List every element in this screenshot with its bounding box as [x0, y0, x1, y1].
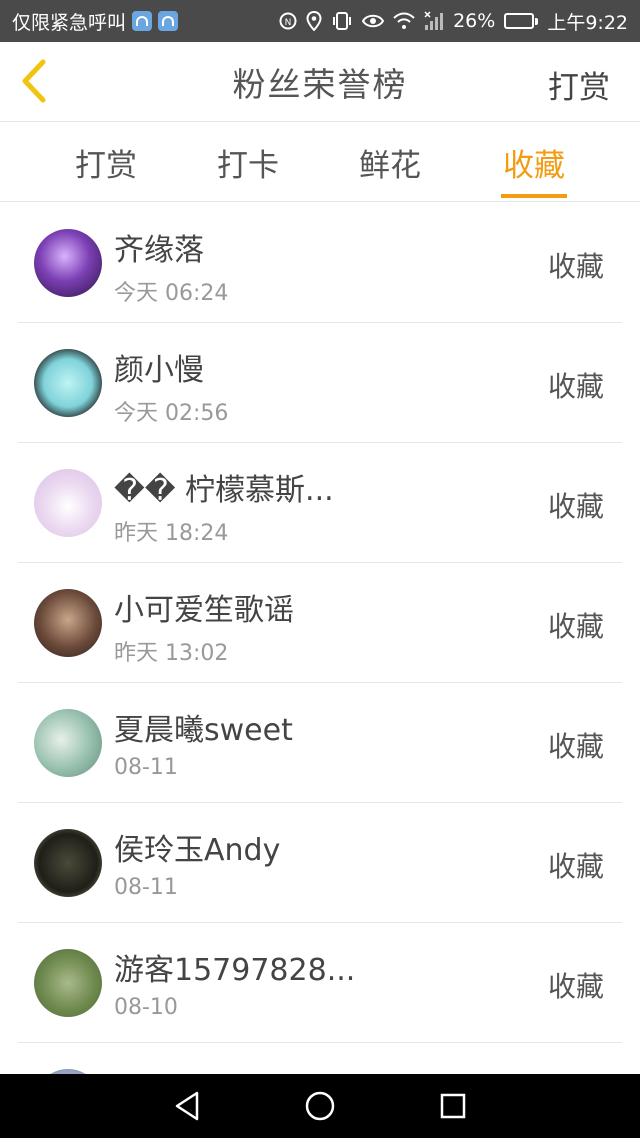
list-item[interactable]: 游客15797828... 08-10 收藏 [18, 923, 622, 1043]
avatar [34, 829, 102, 897]
favorite-label: 收藏 [547, 250, 604, 283]
notification-app-icon [158, 11, 179, 31]
signal-icon [424, 11, 444, 31]
avatar [34, 349, 102, 417]
nav-home-button[interactable] [300, 1086, 340, 1126]
notification-app-icon [132, 11, 153, 31]
tab-reward[interactable]: 打赏 [61, 140, 151, 185]
user-name: �� 柠檬慕斯... [114, 473, 334, 508]
svg-text:N: N [285, 18, 292, 28]
nfc-icon: N [279, 12, 297, 30]
status-bar: 仅限紧急呼叫 N 26% 上午9:22 [0, 0, 640, 42]
status-left: 仅限紧急呼叫 [12, 8, 279, 35]
favorite-label: 收藏 [547, 610, 604, 643]
timestamp: 08-11 [114, 755, 178, 780]
carrier-text: 仅限紧急呼叫 [12, 11, 127, 34]
active-tab-indicator [501, 194, 567, 198]
timestamp: 08-10 [114, 995, 178, 1020]
favorite-label: 收藏 [547, 370, 604, 403]
timestamp: 今天 02:56 [114, 401, 229, 426]
list-item[interactable]: 夏晨曦sweet 08-11 收藏 [18, 683, 622, 803]
fan-list: 齐缘落 今天 06:24 收藏 颜小慢 今天 02:56 收藏 �� 柠檬慕斯.… [0, 203, 640, 1075]
status-right: N 26% 上午9:22 [279, 8, 628, 35]
tab-checkin[interactable]: 打卡 [203, 140, 293, 185]
user-name: 齐缘落 [114, 233, 204, 268]
favorite-label: 收藏 [547, 490, 604, 523]
user-name: 游客15797828... [114, 953, 356, 988]
app-header: 粉丝荣誉榜 打赏 [0, 42, 640, 122]
vibrate-icon [331, 12, 353, 30]
list-item[interactable]: 小可爱笙歌谣 昨天 13:02 收藏 [18, 563, 622, 683]
tab-flowers[interactable]: 鲜花 [345, 140, 435, 185]
user-name: 侯玲玉Andy [114, 833, 281, 868]
tab-favorites[interactable]: 收藏 [489, 140, 579, 185]
avatar [34, 589, 102, 657]
user-name: 夏晨曦sweet [114, 713, 293, 748]
timestamp: 昨天 13:02 [114, 641, 229, 666]
avatar [34, 469, 102, 537]
user-name: 颜小慢 [114, 353, 204, 388]
list-item[interactable]: 梦境了无终 收藏 [18, 1043, 622, 1075]
wifi-icon [393, 12, 415, 30]
timestamp: 今天 06:24 [114, 281, 229, 306]
timestamp: 08-11 [114, 875, 178, 900]
system-nav-bar [0, 1074, 640, 1138]
list-item[interactable]: 颜小慢 今天 02:56 收藏 [18, 323, 622, 443]
list-item[interactable]: 齐缘落 今天 06:24 收藏 [18, 203, 622, 323]
reward-button[interactable]: 打赏 [548, 62, 610, 107]
favorite-label: 收藏 [547, 730, 604, 763]
location-icon [306, 11, 322, 31]
list-item[interactable]: �� 柠檬慕斯... 昨天 18:24 收藏 [18, 443, 622, 563]
battery-percent: 26% [453, 10, 496, 32]
favorite-label: 收藏 [547, 850, 604, 883]
list-item[interactable]: 侯玲玉Andy 08-11 收藏 [18, 803, 622, 923]
avatar [34, 709, 102, 777]
avatar [34, 229, 102, 297]
triangle-back-icon [175, 1091, 198, 1121]
timestamp: 昨天 18:24 [114, 521, 229, 546]
battery-icon [504, 13, 539, 29]
favorite-label: 收藏 [547, 970, 604, 1003]
user-name: 小可爱笙歌谣 [114, 593, 294, 628]
chevron-left-icon [22, 59, 46, 103]
nav-back-button[interactable] [167, 1086, 207, 1126]
circle-home-icon [305, 1091, 335, 1121]
square-recent-icon [441, 1093, 466, 1119]
page-title: 粉丝荣誉榜 [232, 64, 408, 104]
eye-comfort-icon [362, 13, 385, 29]
nav-recent-button[interactable] [433, 1086, 473, 1126]
avatar [34, 949, 102, 1017]
tab-bar: 打赏 打卡 鲜花 收藏 [0, 122, 640, 202]
back-button[interactable] [14, 58, 54, 104]
clock: 上午9:22 [547, 11, 628, 34]
